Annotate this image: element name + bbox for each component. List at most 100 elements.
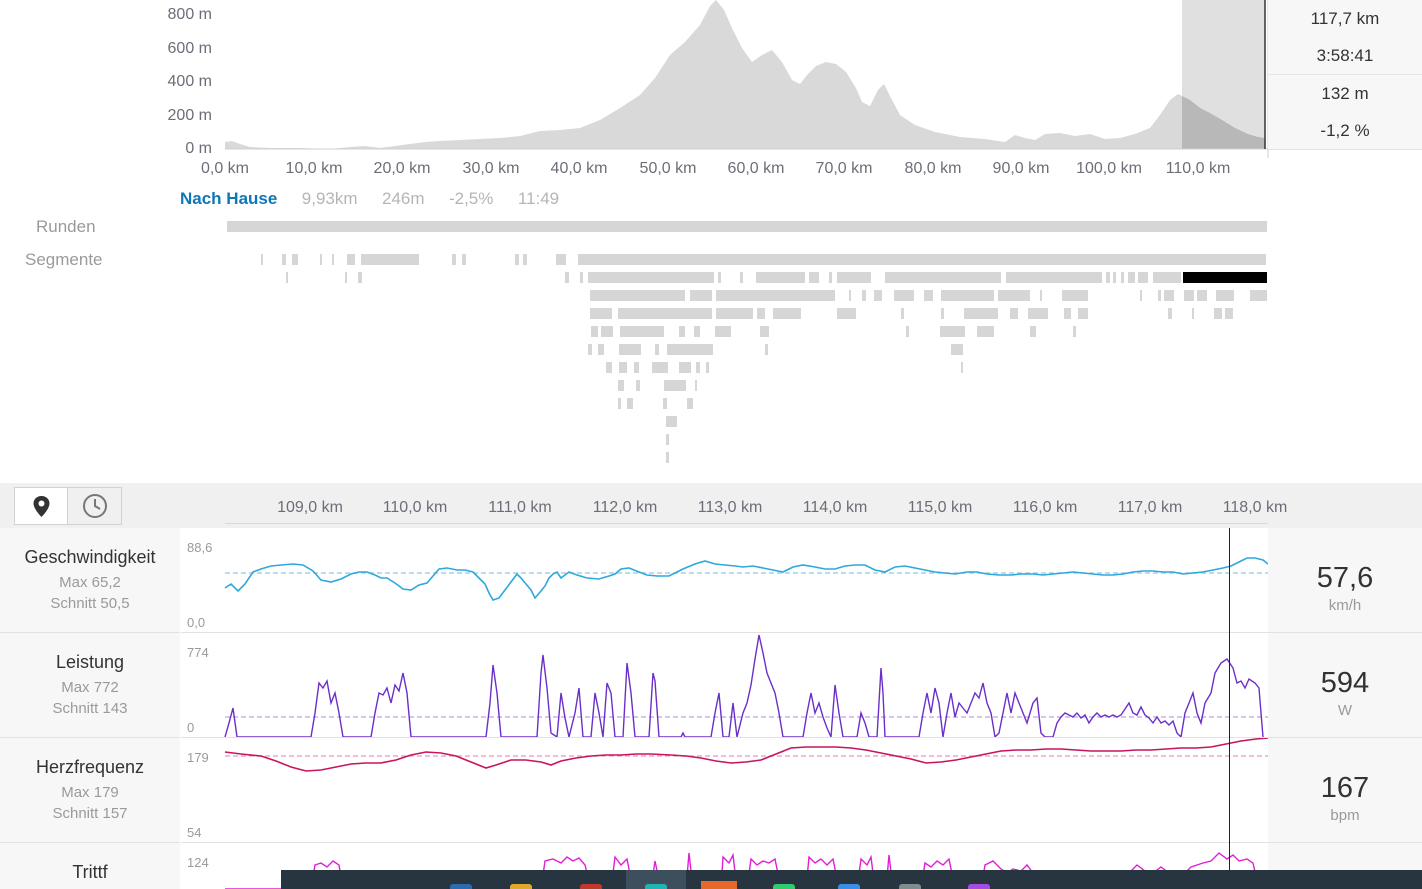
lap-bar[interactable] (227, 221, 1267, 232)
segment-bar[interactable] (578, 254, 1266, 265)
segment-bar[interactable] (1153, 272, 1181, 283)
segment-bar[interactable] (655, 344, 659, 355)
segment-bar[interactable] (760, 326, 769, 337)
segment-bar[interactable] (565, 272, 569, 283)
segment-bar[interactable] (601, 326, 613, 337)
segment-bar[interactable] (740, 272, 743, 283)
segment-bar[interactable] (1138, 272, 1148, 283)
segment-bar[interactable] (1128, 272, 1135, 283)
power-summary[interactable]: Leistung Max 772 Schnitt 143 (0, 633, 180, 738)
segment-bar[interactable] (523, 254, 527, 265)
segment-bar[interactable] (606, 362, 612, 373)
segment-bar[interactable] (462, 254, 466, 265)
segment-bar-selected[interactable] (1183, 272, 1267, 283)
segment-bar[interactable] (695, 380, 697, 391)
segment-bar[interactable] (588, 272, 714, 283)
segment-bar[interactable] (687, 398, 693, 409)
segment-bar[interactable] (1040, 290, 1042, 301)
segment-bar[interactable] (874, 290, 882, 301)
segment-bar[interactable] (837, 308, 856, 319)
segment-bar[interactable] (332, 254, 334, 265)
taskbar-app-icon[interactable] (773, 884, 795, 889)
segment-bar[interactable] (1106, 272, 1110, 283)
segment-bar[interactable] (679, 362, 691, 373)
segment-bar[interactable] (715, 326, 731, 337)
segment-bar[interactable] (894, 290, 914, 301)
segment-bar[interactable] (261, 254, 263, 265)
segment-bar[interactable] (837, 272, 871, 283)
taskbar-app-icon[interactable] (701, 881, 737, 889)
segment-bar[interactable] (773, 308, 801, 319)
segment-bar[interactable] (862, 290, 866, 301)
segment-bar[interactable] (1197, 290, 1207, 301)
segment-bar[interactable] (716, 290, 835, 301)
segment-name[interactable]: Nach Hause (180, 189, 277, 208)
taskbar-app-icon[interactable] (899, 884, 921, 889)
segment-bar[interactable] (618, 380, 624, 391)
segment-bar[interactable] (1214, 308, 1222, 319)
elevation-profile[interactable]: 800 m 600 m 400 m 200 m 0 m 0,0 km 10,0 … (0, 0, 1422, 190)
segment-bar[interactable] (690, 290, 712, 301)
taskbar-app-icon[interactable] (510, 884, 532, 889)
segment-bar[interactable] (998, 290, 1030, 301)
segment-bar[interactable] (1140, 290, 1142, 301)
elevation-chart[interactable] (0, 0, 1422, 160)
segment-bar[interactable] (1062, 290, 1088, 301)
segment-bar[interactable] (1064, 308, 1071, 319)
segment-bar[interactable] (964, 308, 998, 319)
segment-bar[interactable] (588, 344, 592, 355)
segment-bar[interactable] (1168, 308, 1172, 319)
segment-bar[interactable] (286, 272, 288, 283)
segment-bar[interactable] (961, 362, 963, 373)
segment-bar[interactable] (829, 272, 832, 283)
segment-bar[interactable] (636, 380, 640, 391)
speed-summary[interactable]: Geschwindigkeit Max 65,2 Schnitt 50,5 (0, 528, 180, 633)
segment-bar[interactable] (1028, 308, 1048, 319)
power-chart[interactable]: 774 0 (181, 633, 1268, 738)
analysis-cursor[interactable] (1229, 528, 1230, 889)
segment-bar[interactable] (1006, 272, 1102, 283)
segment-bar[interactable] (590, 308, 612, 319)
segment-bar[interactable] (716, 308, 753, 319)
heartrate-summary[interactable]: Herzfrequenz Max 179 Schnitt 157 (0, 738, 180, 843)
speed-chart[interactable]: 88,6 0,0 (181, 528, 1268, 633)
segment-bar[interactable] (580, 272, 583, 283)
segment-bar[interactable] (977, 326, 994, 337)
segment-bar[interactable] (1030, 326, 1036, 337)
segment-bar[interactable] (1184, 290, 1194, 301)
time-view-button[interactable] (67, 487, 122, 525)
segment-bar[interactable] (620, 326, 664, 337)
segment-bar[interactable] (849, 290, 851, 301)
segment-bar[interactable] (1158, 290, 1161, 301)
segment-bar[interactable] (452, 254, 456, 265)
segment-bar[interactable] (664, 380, 686, 391)
segment-bar[interactable] (515, 254, 519, 265)
segment-bar[interactable] (556, 254, 566, 265)
segment-bar[interactable] (652, 362, 668, 373)
segment-bar[interactable] (951, 344, 963, 355)
taskbar-app-icon[interactable] (580, 884, 602, 889)
segment-bar[interactable] (679, 326, 685, 337)
distance-view-button[interactable] (14, 487, 69, 525)
segment-bar[interactable] (809, 272, 819, 283)
segment-bar[interactable] (901, 308, 904, 319)
taskbar-app-icon[interactable] (838, 884, 860, 889)
taskbar-app-icon[interactable] (450, 884, 472, 889)
segment-bar[interactable] (718, 272, 721, 283)
segment-bar[interactable] (1192, 308, 1194, 319)
taskbar-app-icon[interactable] (968, 884, 990, 889)
segment-bar[interactable] (906, 326, 909, 337)
segment-bar[interactable] (618, 398, 621, 409)
segment-bar[interactable] (765, 344, 768, 355)
segment-bar[interactable] (598, 344, 604, 355)
segment-bar[interactable] (590, 290, 685, 301)
segment-bar[interactable] (694, 326, 700, 337)
segment-bar[interactable] (292, 254, 298, 265)
segment-bar[interactable] (1078, 308, 1088, 319)
segment-bar[interactable] (757, 308, 765, 319)
segment-bar[interactable] (320, 254, 322, 265)
segment-bar[interactable] (618, 308, 712, 319)
segment-bar[interactable] (941, 290, 994, 301)
segment-bar[interactable] (347, 254, 355, 265)
segment-bar[interactable] (627, 398, 633, 409)
